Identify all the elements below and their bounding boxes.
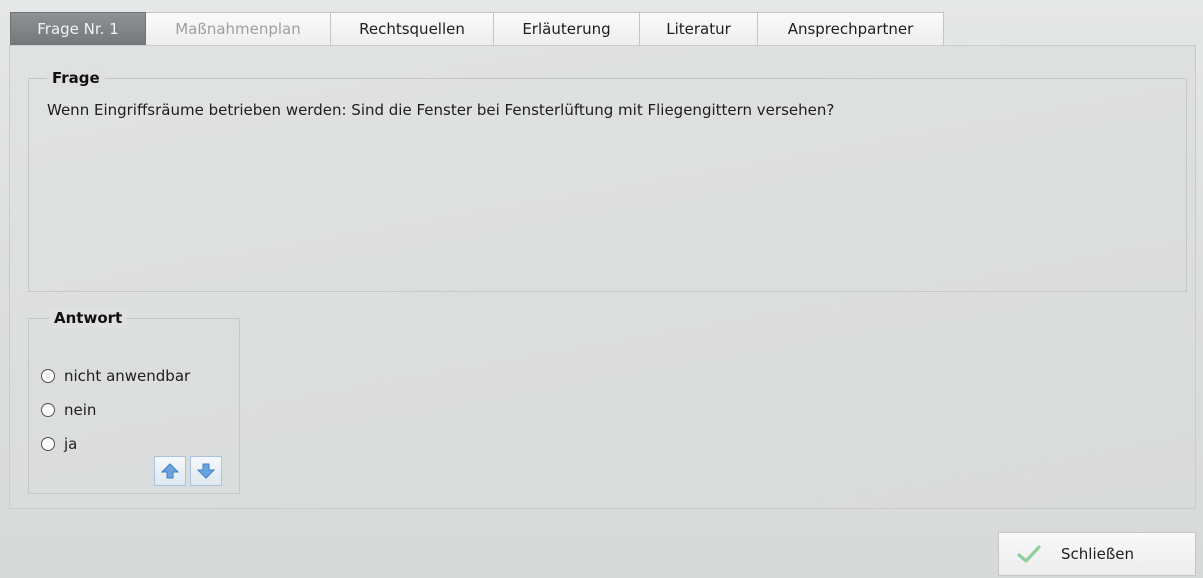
arrow-down-icon bbox=[197, 463, 215, 479]
tab-erlaeuterung[interactable]: Erläuterung bbox=[494, 12, 640, 46]
question-group: Frage Wenn Eingriffsräume betrieben werd… bbox=[28, 68, 1187, 292]
tab-label: Frage Nr. 1 bbox=[37, 20, 119, 38]
tab-label: Erläuterung bbox=[522, 20, 611, 38]
move-down-button[interactable] bbox=[190, 456, 222, 486]
radio-button[interactable] bbox=[41, 437, 55, 451]
close-button-label: Schließen bbox=[1061, 545, 1135, 563]
answer-option-label: nicht anwendbar bbox=[64, 367, 191, 385]
tab-label: Rechtsquellen bbox=[359, 20, 465, 38]
question-group-title: Frage bbox=[47, 68, 105, 88]
answer-option-nein[interactable]: nein bbox=[41, 401, 96, 419]
tab-frage-nr-1[interactable]: Frage Nr. 1 bbox=[10, 12, 146, 46]
tab-ansprechpartner[interactable]: Ansprechpartner bbox=[758, 12, 944, 46]
radio-button[interactable] bbox=[41, 403, 55, 417]
tab-rechtsquellen[interactable]: Rechtsquellen bbox=[331, 12, 494, 46]
tab-bar: Frage Nr. 1 Maßnahmenplan Rechtsquellen … bbox=[10, 12, 944, 46]
answer-option-label: nein bbox=[64, 401, 97, 419]
checkmark-icon bbox=[1017, 545, 1041, 563]
radio-button[interactable] bbox=[41, 369, 55, 383]
answer-group-title: Antwort bbox=[49, 308, 128, 328]
answer-option-ja[interactable]: ja bbox=[41, 435, 77, 453]
tab-content-panel: Frage Wenn Eingriffsräume betrieben werd… bbox=[9, 45, 1196, 509]
tab-literatur[interactable]: Literatur bbox=[640, 12, 758, 46]
answer-option-nicht-anwendbar[interactable]: nicht anwendbar bbox=[41, 367, 190, 385]
tab-label: Literatur bbox=[666, 20, 731, 38]
tab-label: Maßnahmenplan bbox=[175, 20, 301, 38]
move-up-button[interactable] bbox=[154, 456, 186, 486]
tab-massnahmenplan[interactable]: Maßnahmenplan bbox=[146, 12, 331, 46]
question-text: Wenn Eingriffsräume betrieben werden: Si… bbox=[47, 101, 835, 119]
answer-option-label: ja bbox=[64, 435, 78, 453]
close-button[interactable]: Schließen bbox=[998, 532, 1196, 576]
answer-group: Antwort nicht anwendbar nein ja bbox=[28, 308, 240, 494]
arrow-up-icon bbox=[161, 463, 179, 479]
tab-label: Ansprechpartner bbox=[787, 20, 914, 38]
